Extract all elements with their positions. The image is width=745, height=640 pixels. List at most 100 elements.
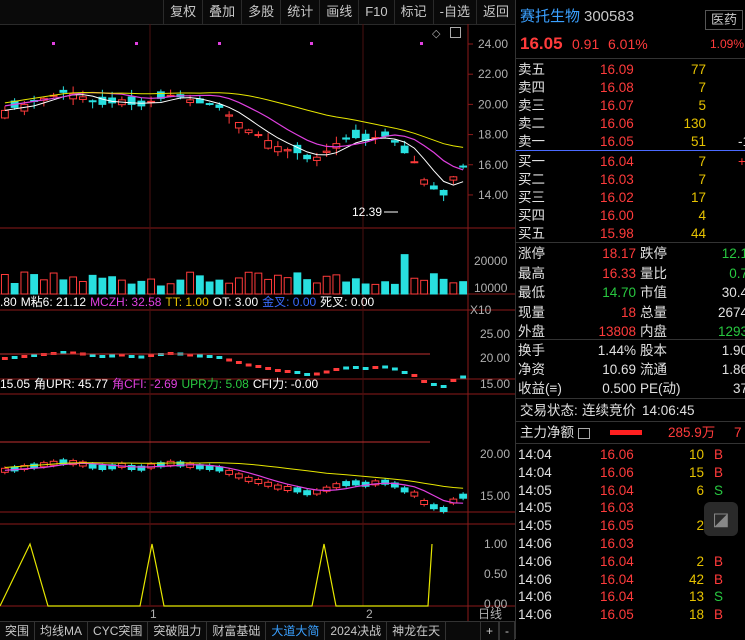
tick-price: 16.05: [600, 607, 634, 623]
main-flow-label: 主力净额: [520, 425, 574, 440]
stat2-label: PE(动): [640, 381, 681, 396]
stat-value: 14.70: [602, 285, 636, 300]
stat-row: 现量 18 总量 2674: [516, 303, 745, 322]
bid-label: 买二: [518, 172, 545, 187]
tick-side: B: [714, 464, 724, 480]
period-label: 日线: [478, 607, 502, 621]
stat2-value: 1.86: [721, 362, 745, 377]
quote-panel: 赛托生物 300583 医药 16.05 0.91 6.01% 1.09% 卖五…: [515, 0, 745, 639]
stat2-label: 净资: [518, 362, 545, 377]
bid-volume: 4: [698, 208, 706, 223]
trade-status-value: 连续竞价: [582, 403, 636, 418]
price-change-pct: 6.01%: [608, 36, 648, 52]
price-change: 0.91: [572, 36, 600, 52]
bid-price: 16.03: [600, 172, 634, 187]
tick-row: 14:06 16.05 18 B: [516, 605, 745, 624]
ask-volume: 5: [698, 98, 706, 113]
indicator-tab-5[interactable]: 大道大简: [266, 622, 326, 640]
price-axis-label: 22.00: [478, 67, 508, 81]
kline-chart-svg[interactable]: 24.00 22.00 20.00 18.00 16.00 14.00 20000 10000…: [0, 24, 515, 621]
ask-label: 卖五: [518, 62, 545, 77]
indicator1-value: OT: 3.00: [212, 295, 259, 309]
indicator-tab-3[interactable]: 突破阻力: [148, 622, 208, 640]
indicator2-value: 角UPR: 45.77: [34, 377, 109, 391]
toolbar-button-7[interactable]: -自选: [432, 0, 476, 24]
tick-row: 14:06 16.04 42 B: [516, 570, 745, 589]
tick-price: 16.06: [600, 464, 634, 480]
toolbar-button-8[interactable]: 返回: [475, 0, 515, 24]
trade-status-label: 交易状态:: [520, 403, 578, 418]
stat-label: 跌停: [640, 246, 667, 261]
zoom-out-button[interactable]: -: [499, 622, 515, 640]
stock-code: 300583: [584, 8, 635, 25]
indicator2-axis-label: 20.00: [480, 447, 510, 461]
chart-area[interactable]: 24.00 22.00 20.00 18.00 16.00 14.00 20000 10000…: [0, 24, 515, 621]
main-flow-bar: [610, 430, 642, 435]
bid-volume: 44: [690, 226, 706, 241]
tick-time: 14:04: [518, 464, 552, 480]
stock-name: 赛托生物: [520, 8, 581, 25]
volume-axis-label: 20000: [474, 254, 508, 268]
tick-volume: 13: [688, 589, 704, 605]
stat2-row: 净资 10.69 流通 1.86: [516, 360, 745, 379]
tick-price: 16.04: [600, 482, 634, 498]
toolbar-button-5[interactable]: F10: [358, 0, 393, 24]
tick-volume: 6: [696, 482, 704, 498]
x-axis-label: 1: [150, 607, 157, 621]
tick-side: S: [714, 589, 724, 605]
tick-side: B: [714, 553, 724, 569]
tick-time: 14:06: [518, 553, 552, 569]
ask-volume: 7: [698, 80, 706, 95]
indicator-tab-7[interactable]: 神龙在天: [387, 622, 447, 640]
ask-price: 16.08: [600, 80, 634, 95]
volume-bars: [0, 254, 468, 295]
toolbar-button-3[interactable]: 统计: [280, 0, 319, 24]
indicator-tab-0[interactable]: 突围: [0, 622, 36, 640]
toolbar-button-6[interactable]: 标记: [393, 0, 433, 24]
zoom-in-button[interactable]: +: [479, 622, 499, 640]
stat-value: 16.33: [602, 265, 636, 281]
tick-price: 16.05: [600, 518, 634, 534]
toolbar-button-1[interactable]: 叠加: [202, 0, 241, 24]
stat-label: 现量: [518, 304, 545, 320]
stat2-value: 0.500: [602, 381, 636, 396]
indicator1-axis-label: 25.00: [480, 327, 510, 341]
toolbar-button-2[interactable]: 多股: [241, 0, 280, 24]
floating-widget-icon[interactable]: ◪: [704, 502, 738, 536]
indicator-tab-2[interactable]: CYC突围: [88, 622, 149, 640]
ask-price: 16.07: [600, 98, 634, 113]
bid-price: 15.98: [600, 226, 634, 241]
signal-dot: [135, 42, 138, 45]
chart-toolbar: 复权 叠加 多股 统计 画线 F10 标记 -自选 返回: [0, 0, 515, 25]
stat-value: 18: [620, 304, 636, 320]
toolbar-button-0[interactable]: 复权: [163, 0, 202, 24]
tick-volume: 42: [688, 571, 704, 587]
indicator-tab-6[interactable]: 2024决战: [325, 622, 388, 640]
indicator-tabbar: 突围 均线MA CYC突围 突破阻力 财富基础 大道大简 2024决战 神龙在天 + -: [0, 621, 515, 640]
diamond-icon[interactable]: ◇: [432, 27, 440, 40]
stat-label: 最高: [518, 265, 545, 281]
tick-row: 14:06 16.04 13 S: [516, 587, 745, 606]
indicator-tab-4[interactable]: 财富基础: [207, 622, 267, 640]
tick-price: 16.04: [600, 589, 634, 605]
stat2-value: 10.69: [602, 362, 636, 377]
stat-label: 最低: [518, 285, 545, 300]
tick-time: 14:06: [518, 571, 552, 587]
indicator2-value: 角CFI: -2.69: [112, 377, 178, 391]
ask-volume: 51: [690, 134, 706, 149]
stat-row: 最高 16.33量比 0.7: [516, 264, 745, 283]
list-icon[interactable]: [578, 428, 590, 439]
toolbar-button-4[interactable]: 画线: [319, 0, 358, 24]
stat-row: 涨停 18.17 跌停 12.1: [516, 244, 745, 263]
panel-toggle-icon[interactable]: [450, 27, 461, 38]
sector-button[interactable]: 医药: [705, 10, 744, 30]
stat-value: 12.1: [721, 246, 745, 261]
bid-label: 买五: [518, 226, 545, 241]
indicator-tab-1[interactable]: 均线MA: [35, 622, 89, 640]
stat-label: 市值: [640, 285, 667, 300]
price-axis-label: 16.00: [478, 158, 508, 172]
ask-row: 卖五 16.09 77: [516, 60, 745, 79]
tick-price: 16.03: [600, 500, 634, 516]
tick-price: 16.03: [600, 536, 634, 551]
bid-price: 16.04: [600, 154, 634, 169]
